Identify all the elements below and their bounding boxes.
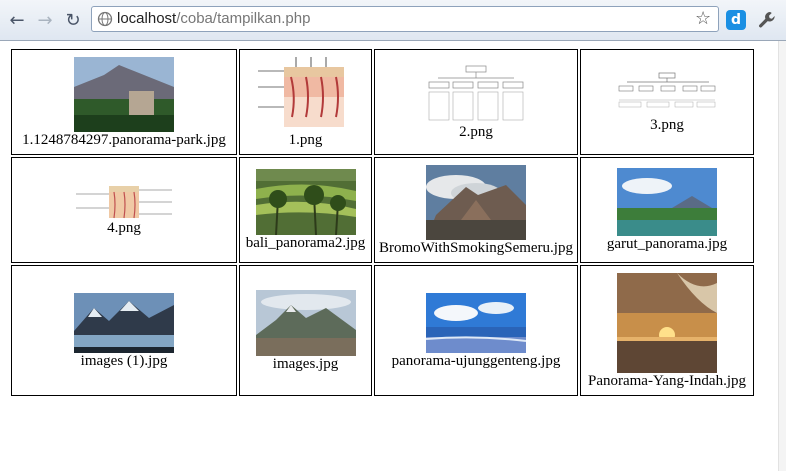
- extension-label: d: [730, 12, 742, 28]
- forward-button[interactable]: →: [33, 8, 57, 32]
- url-path: /coba/tampilkan.php: [176, 10, 311, 27]
- image-caption: 4.png: [107, 220, 141, 236]
- gallery-image[interactable]: [74, 292, 174, 353]
- star-icon: ☆: [695, 8, 712, 29]
- image-caption: panorama-ujunggenteng.jpg: [391, 352, 561, 369]
- reload-button[interactable]: ↻: [61, 8, 85, 32]
- address-bar[interactable]: localhost/coba/tampilkan.php: [91, 6, 719, 32]
- image-caption: images (1).jpg: [80, 352, 168, 369]
- gallery-image[interactable]: [74, 184, 174, 220]
- image-caption: Panorama-Yang-Indah.jpg: [587, 372, 747, 389]
- image-caption: 2.png: [459, 124, 493, 140]
- url-text: localhost/coba/tampilkan.php: [117, 10, 310, 28]
- image-caption: bali_panorama2.jpg: [245, 235, 366, 251]
- browser-toolbar: ← → ↻ localhost/coba/tampilkan.php ☆ d: [0, 0, 786, 41]
- image-caption: BromoWithSmokingSemeru.jpg: [379, 239, 573, 256]
- image-caption: 1.png: [288, 131, 323, 148]
- vertical-scrollbar[interactable]: [778, 41, 786, 471]
- gallery-image[interactable]: [255, 56, 356, 132]
- back-button[interactable]: ←: [5, 8, 29, 32]
- gallery-cell: garut_panorama.jpg: [580, 157, 754, 263]
- gallery-cell: BromoWithSmokingSemeru.jpg: [374, 157, 578, 263]
- gallery-image[interactable]: [426, 64, 526, 124]
- bookmark-button[interactable]: ☆: [695, 8, 711, 29]
- page-content: 1.1248784297.panorama-park.jpg 1.png 2.p…: [0, 41, 786, 471]
- gallery-image[interactable]: [617, 272, 717, 373]
- arrow-left-icon: ←: [9, 9, 25, 31]
- gallery-cell: 4.png: [11, 157, 237, 263]
- gallery-image[interactable]: [74, 56, 174, 132]
- gallery-image[interactable]: [255, 169, 356, 235]
- image-gallery-table: 1.1248784297.panorama-park.jpg 1.png 2.p…: [9, 47, 756, 398]
- gallery-image[interactable]: [426, 292, 526, 353]
- gallery-cell: images.jpg: [239, 265, 372, 396]
- extension-button[interactable]: d: [726, 10, 746, 30]
- gallery-cell: 3.png: [580, 49, 754, 155]
- image-caption: 1.1248784297.panorama-park.jpg: [22, 131, 226, 148]
- arrow-right-icon: →: [37, 9, 53, 31]
- gallery-image[interactable]: [617, 168, 717, 236]
- gallery-cell: 1.png: [239, 49, 372, 155]
- gallery-cell: panorama-ujunggenteng.jpg: [374, 265, 578, 396]
- gallery-image[interactable]: [426, 164, 526, 240]
- image-caption: 3.png: [650, 116, 684, 133]
- image-caption: garut_panorama.jpg: [606, 236, 728, 252]
- wrench-icon[interactable]: [757, 10, 777, 30]
- gallery-cell: Panorama-Yang-Indah.jpg: [580, 265, 754, 396]
- gallery-image[interactable]: [617, 71, 717, 117]
- gallery-cell: 2.png: [374, 49, 578, 155]
- url-host: localhost: [117, 10, 177, 27]
- gallery-image[interactable]: [255, 289, 356, 356]
- gallery-cell: bali_panorama2.jpg: [239, 157, 372, 263]
- gallery-cell: images (1).jpg: [11, 265, 237, 396]
- image-caption: images.jpg: [272, 355, 339, 372]
- reload-icon: ↻: [65, 9, 81, 31]
- globe-icon: [97, 11, 113, 27]
- gallery-cell: 1.1248784297.panorama-park.jpg: [11, 49, 237, 155]
